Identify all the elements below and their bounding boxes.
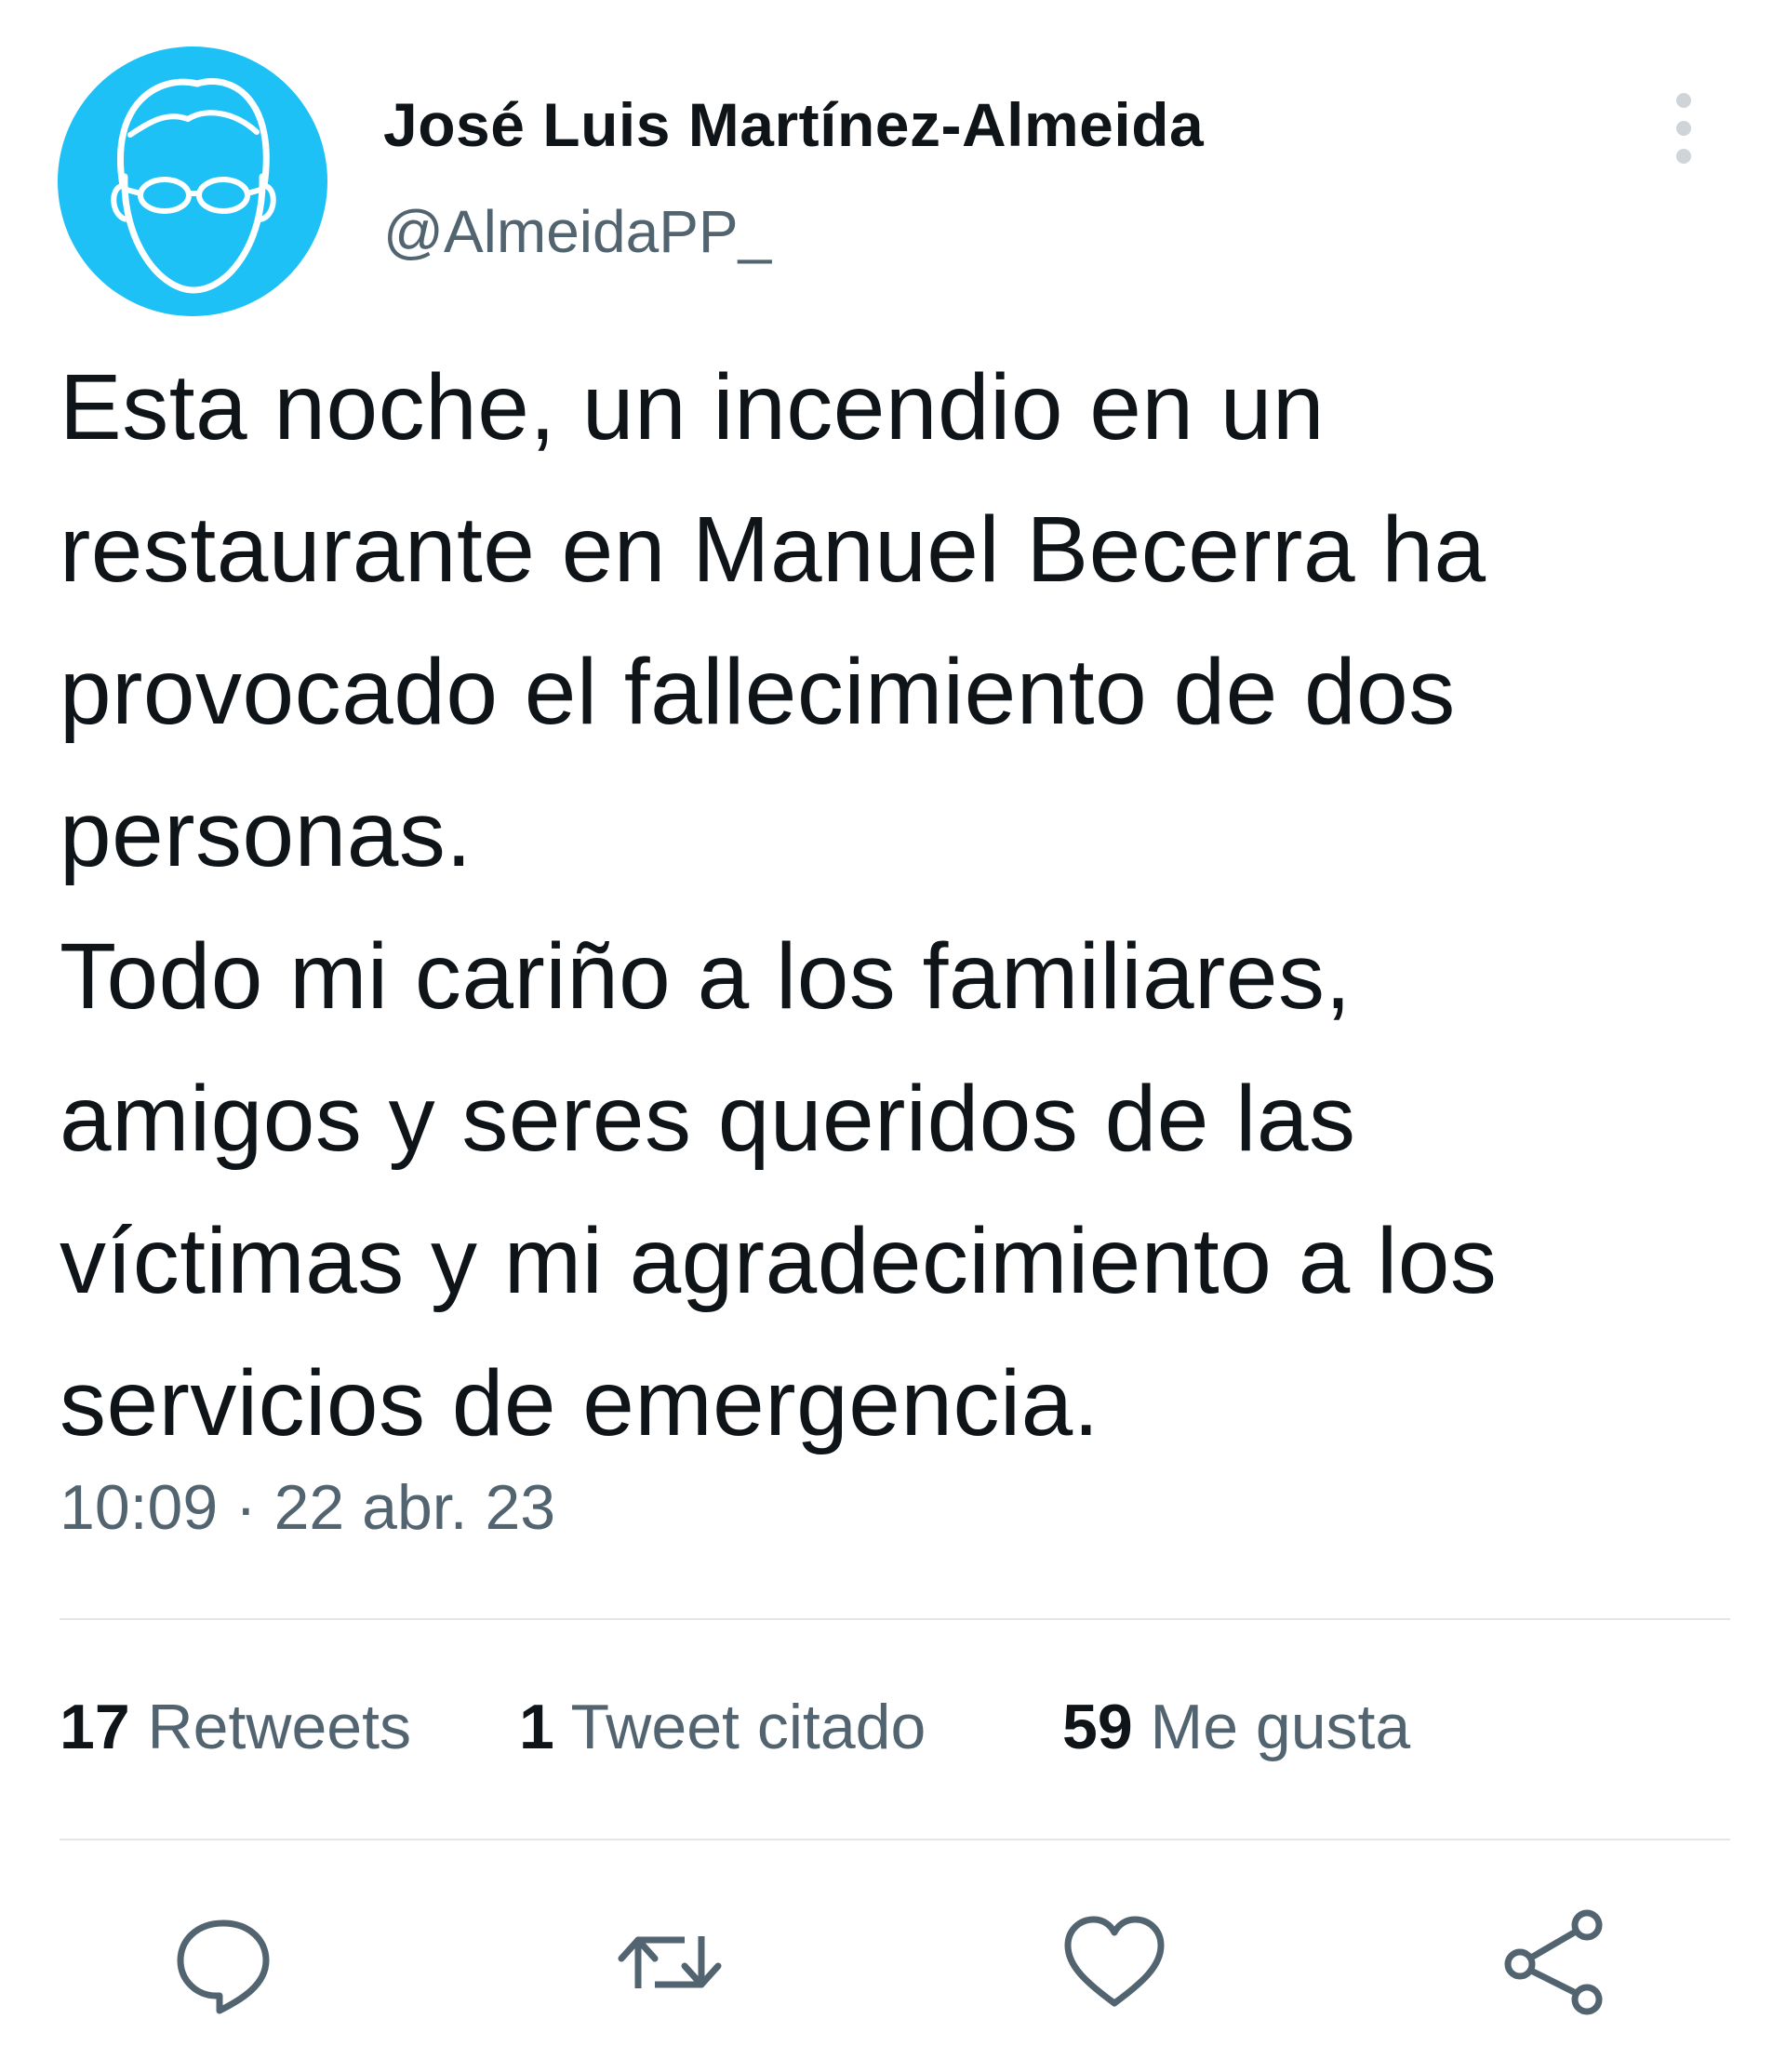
quote-tweets-count: 1: [519, 1692, 554, 1762]
retweets-count: 17: [60, 1692, 130, 1762]
tweet-card: José Luis Martínez-Almeida @AlmeidaPP_ E…: [0, 0, 1786, 2072]
retweet-icon: [618, 1936, 722, 1988]
user-handle[interactable]: @AlmeidaPP_: [383, 197, 771, 266]
display-name[interactable]: José Luis Martínez-Almeida: [383, 89, 1204, 160]
share-icon: [1504, 1909, 1603, 2015]
tweet-timestamp[interactable]: 10:09 · 22 abr. 23: [60, 1471, 555, 1544]
tweet-text-line: personas.: [60, 782, 473, 886]
divider: [60, 1839, 1730, 1840]
avatar[interactable]: [58, 46, 327, 316]
cartoon-face-with-glasses-icon: [111, 78, 276, 294]
tweet-text-line: servicios de emergencia.: [60, 1351, 1100, 1455]
heart-icon: [1064, 1916, 1165, 2007]
likes-label: Me gusta: [1150, 1692, 1411, 1762]
tweet-text: Esta noche, un incendio en un restaurant…: [60, 337, 1762, 1475]
likes-stat[interactable]: 59 Me gusta: [1062, 1691, 1410, 1763]
quote-tweets-label: Tweet citado: [570, 1692, 926, 1762]
tweet-text-line: Todo mi cariño a los familiares,: [60, 924, 1352, 1029]
tweet-text-line: Esta noche, un incendio en un: [60, 355, 1325, 459]
reply-button[interactable]: [167, 1906, 279, 2018]
divider: [60, 1618, 1730, 1620]
tweet-text-line: víctimas y mi agradecimiento a los: [60, 1209, 1498, 1313]
tweet-text-line: amigos y seres queridos de las: [60, 1067, 1356, 1171]
retweet-button[interactable]: [614, 1906, 726, 2018]
retweets-stat[interactable]: 17 Retweets: [60, 1691, 411, 1763]
likes-count: 59: [1062, 1692, 1133, 1762]
share-button[interactable]: [1499, 1906, 1611, 2018]
like-button[interactable]: [1059, 1906, 1170, 2018]
vertical-ellipsis-icon[interactable]: [1663, 87, 1704, 171]
tweet-text-line: restaurante en Manuel Becerra ha: [60, 498, 1486, 602]
reply-bubble-icon: [177, 1919, 270, 2014]
retweets-label: Retweets: [147, 1692, 412, 1762]
tweet-text-line: provocado el fallecimiento de dos: [60, 640, 1456, 744]
quote-tweets-stat[interactable]: 1 Tweet citado: [519, 1691, 926, 1763]
